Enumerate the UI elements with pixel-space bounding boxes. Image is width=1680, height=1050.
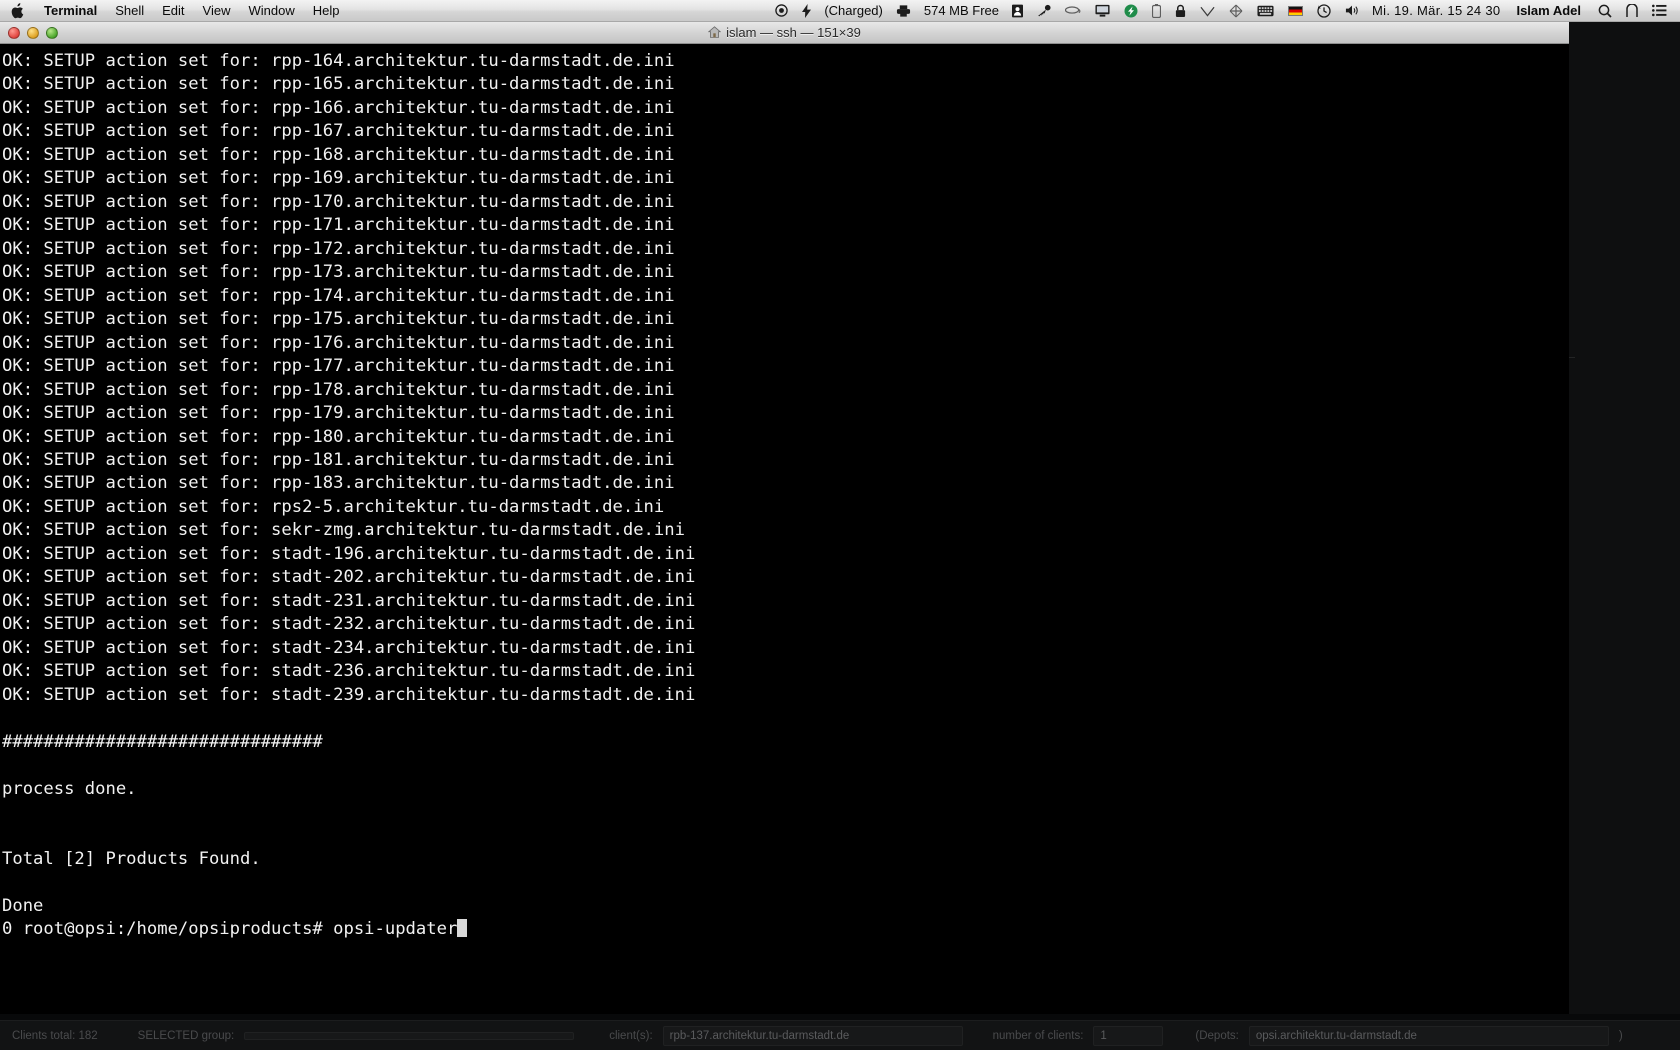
volume-icon[interactable]: [1338, 0, 1366, 21]
menu-terminal[interactable]: Terminal: [35, 0, 106, 21]
depots-close-paren: ): [1618, 1029, 1623, 1042]
terminal-line: OK: SETUP action set for: stadt-234.arch…: [2, 637, 696, 658]
time-machine-icon[interactable]: [1310, 0, 1338, 21]
selected-group-field[interactable]: [244, 1031, 575, 1040]
terminal-line: OK: SETUP action set for: rpp-164.archit…: [2, 51, 675, 71]
lock-icon[interactable]: [1168, 0, 1193, 21]
notification-center-icon[interactable]: [1619, 0, 1645, 21]
terminal-body[interactable]: OK: SETUP action set for: rpp-164.archit…: [0, 44, 1569, 1030]
window-controls: [8, 27, 58, 39]
terminal-line: OK: SETUP action set for: stadt-232.arch…: [2, 614, 696, 635]
menu-edit[interactable]: Edit: [153, 0, 193, 21]
menu-help[interactable]: Help: [304, 0, 349, 21]
bluetooth-move-icon[interactable]: [1222, 0, 1250, 21]
display-icon[interactable]: [1088, 0, 1117, 21]
terminal-line: OK: SETUP action set for: stadt-239.arch…: [2, 684, 696, 705]
menubar-clock[interactable]: Mi. 19. Mär. 15 24 30: [1366, 3, 1506, 18]
terminal-prompt-line[interactable]: 0 root@opsi:/home/opsiproducts# opsi-upd…: [2, 918, 695, 941]
battery-icon[interactable]: [1145, 0, 1168, 21]
terminal-line: OK: SETUP action set for: rpp-171.archit…: [2, 215, 675, 236]
terminal-line: OK: SETUP action set for: sekr-zmg.archi…: [2, 520, 685, 541]
terminal-line: OK: SETUP action set for: rpp-177.archit…: [2, 356, 675, 377]
window-title: islam — ssh — 151×39: [708, 25, 861, 40]
opsi-statusbar: Clients total: 182 SELECTED group: clien…: [0, 1020, 1680, 1050]
menu-window[interactable]: Window: [240, 0, 304, 21]
contact-card-icon[interactable]: [1005, 0, 1030, 21]
bolt-icon[interactable]: [795, 0, 818, 21]
terminal-line: process done.: [2, 778, 137, 799]
record-icon[interactable]: [768, 0, 795, 21]
clients-field[interactable]: rpb-137.architektur.tu-darmstadt.de: [662, 1025, 963, 1046]
terminal-line: ###############################: [2, 731, 323, 752]
zoom-button[interactable]: [46, 27, 58, 39]
terminal-line: OK: SETUP action set for: rpp-166.archit…: [2, 97, 675, 118]
terminal-line: OK: SETUP action set for: rpp-173.archit…: [2, 262, 675, 283]
block-cursor: [457, 919, 468, 938]
terminal-line: OK: SETUP action set for: rpp-176.archit…: [2, 332, 675, 353]
depots-label: (Depots:: [1195, 1029, 1239, 1042]
clients-total-label: Clients total: 182: [12, 1029, 98, 1042]
terminal-line: OK: SETUP action set for: rpp-178.archit…: [2, 379, 675, 400]
window-title-text: islam — ssh — 151×39: [726, 25, 861, 40]
terminal-line: OK: SETUP action set for: rpp-181.archit…: [2, 449, 675, 470]
home-icon: [708, 26, 722, 39]
minimize-button[interactable]: [27, 27, 39, 39]
number-of-clients-label: number of clients:: [992, 1029, 1084, 1042]
terminal-line: OK: SETUP action set for: rpp-168.archit…: [2, 144, 675, 165]
keyboard-icon[interactable]: [1250, 0, 1281, 21]
wifi-icon[interactable]: [1193, 0, 1222, 21]
flash-s-icon[interactable]: [1117, 0, 1145, 21]
terminal-line: OK: SETUP action set for: rpp-180.archit…: [2, 426, 675, 447]
terminal-line: OK: SETUP action set for: stadt-236.arch…: [2, 661, 696, 682]
menu-list-icon[interactable]: [1645, 0, 1674, 21]
clients-label: client(s):: [609, 1029, 653, 1042]
terminal-line: OK: SETUP action set for: rpp-183.archit…: [2, 473, 675, 494]
terminal-line: OK: SETUP action set for: stadt-231.arch…: [2, 590, 696, 611]
screen: post-required on demand ▶ children ▶ ser…: [0, 0, 1680, 1050]
german-flag-icon[interactable]: [1281, 0, 1310, 21]
terminal-line: OK: SETUP action set for: rpp-175.archit…: [2, 309, 675, 330]
terminal-line: OK: SETUP action set for: rpp-165.archit…: [2, 74, 675, 95]
terminal-line: OK: SETUP action set for: rpp-170.archit…: [2, 191, 675, 212]
terminal-line: Total [2] Products Found.: [2, 848, 261, 869]
number-of-clients-field[interactable]: 1: [1093, 1025, 1164, 1046]
apple-logo-icon[interactable]: [0, 0, 35, 21]
terminal-output: OK: SETUP action set for: rpp-164.archit…: [2, 50, 695, 942]
terminal-window: islam — ssh — 151×39 OK: SETUP action se…: [0, 22, 1569, 1030]
depots-field[interactable]: opsi.architektur.tu-darmstadt.de: [1248, 1025, 1609, 1046]
printer-icon[interactable]: [889, 0, 918, 21]
terminal-line: OK: SETUP action set for: rpp-174.archit…: [2, 285, 675, 306]
terminal-line: OK: SETUP action set for: stadt-202.arch…: [2, 567, 696, 588]
spotlight-search-icon[interactable]: [1591, 0, 1619, 21]
menubar-user[interactable]: Islam Adel: [1506, 3, 1591, 18]
menubar-status-items: (Charged) 574 MB Free Mi. 19. Mär. 15 24…: [768, 0, 1680, 21]
terminal-prompt-text: 0 root@opsi:/home/opsiproducts# opsi-upd…: [2, 919, 458, 940]
disk-free-label: 574 MB Free: [923, 3, 1000, 18]
terminal-line: OK: SETUP action set for: rps2-5.archite…: [2, 496, 665, 517]
terminal-line: OK: SETUP action set for: rpp-172.archit…: [2, 238, 675, 259]
terminal-line: OK: SETUP action set for: rpp-179.archit…: [2, 403, 675, 424]
key-icon[interactable]: [1030, 0, 1058, 21]
menubar-app-menus: Terminal Shell Edit View Window Help: [0, 0, 349, 21]
terminal-titlebar[interactable]: islam — ssh — 151×39: [0, 22, 1569, 44]
selected-group-label: SELECTED group:: [137, 1029, 235, 1042]
terminal-line: OK: SETUP action set for: rpp-167.archit…: [2, 121, 675, 142]
menu-shell[interactable]: Shell: [106, 0, 153, 21]
terminal-line-done: Done: [2, 895, 44, 916]
coffee-cup-icon[interactable]: [1058, 0, 1088, 21]
close-button[interactable]: [8, 27, 20, 39]
terminal-line: OK: SETUP action set for: rpp-169.archit…: [2, 168, 675, 189]
terminal-line: OK: SETUP action set for: stadt-196.arch…: [2, 543, 696, 564]
battery-status-label: (Charged): [824, 3, 883, 18]
menu-view[interactable]: View: [194, 0, 240, 21]
macos-menubar: Terminal Shell Edit View Window Help (Ch…: [0, 0, 1680, 22]
